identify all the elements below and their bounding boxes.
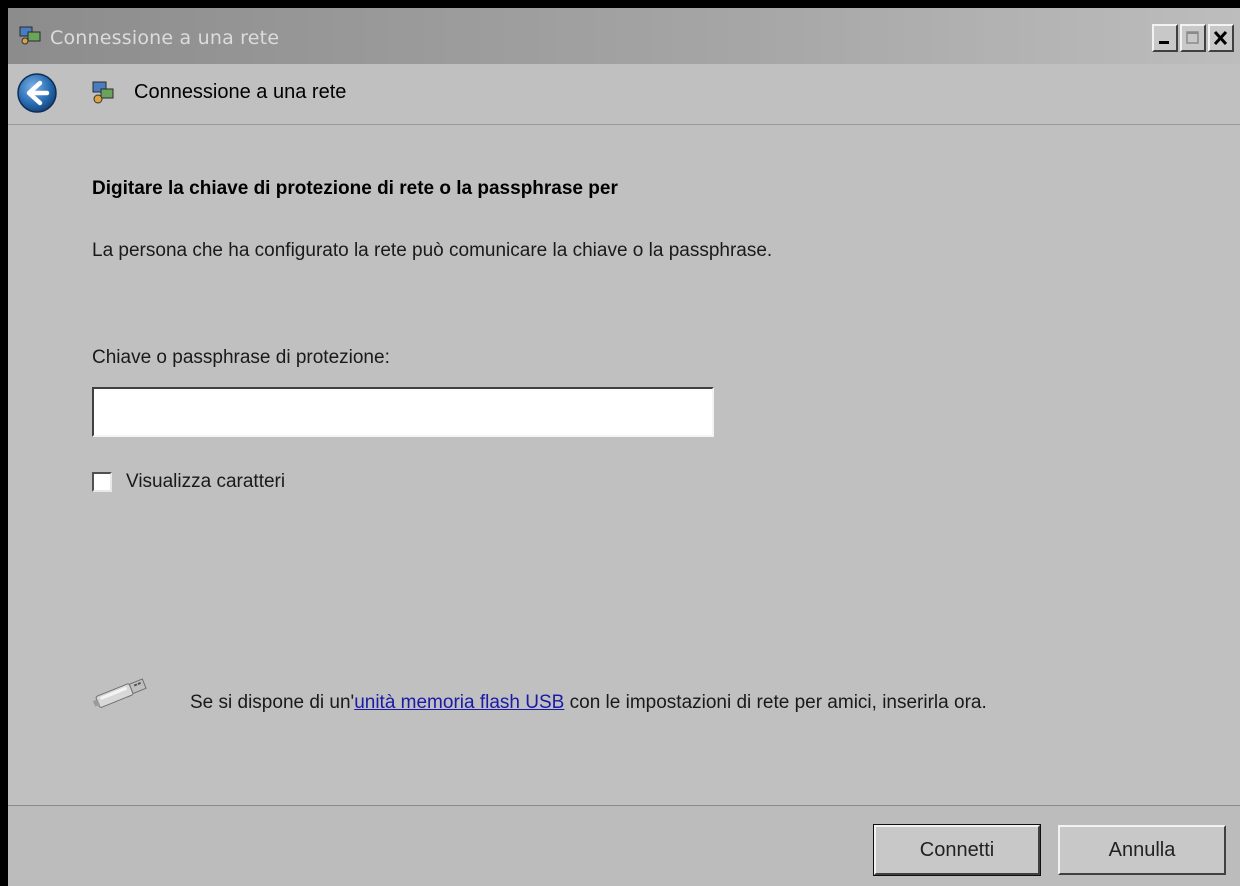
show-characters-label: Visualizza caratteri <box>126 471 286 492</box>
instruction-heading: Digitare la chiave di protezione di rete… <box>92 178 618 199</box>
usb-flash-drive-link[interactable]: unità memoria flash USB <box>354 692 564 713</box>
cancel-button[interactable]: Annulla <box>1058 825 1226 875</box>
close-button[interactable] <box>1208 24 1234 52</box>
network-icon <box>18 24 42 46</box>
title-bar[interactable]: Connessione a una rete <box>8 8 1240 64</box>
dialog-window: Connessione a una rete Connessione a una… <box>8 8 1240 886</box>
connect-button[interactable]: Connetti <box>873 824 1041 876</box>
usb-text-before: Se si dispone di un' <box>190 692 355 713</box>
window-title: Connessione a una rete <box>50 27 280 49</box>
security-key-input[interactable] <box>92 387 714 437</box>
minimize-button[interactable] <box>1152 24 1178 52</box>
network-icon <box>90 79 116 105</box>
window-controls <box>1152 24 1234 52</box>
usb-text-after: con le impostazioni di rete per amici, i… <box>564 692 987 713</box>
usb-drive-icon <box>88 675 154 711</box>
close-icon <box>1213 30 1228 46</box>
main-content: Digitare la chiave di protezione di rete… <box>8 125 1240 805</box>
instruction-description: La persona che ha configurato la rete pu… <box>92 240 773 261</box>
show-characters-option[interactable]: Visualizza caratteri <box>92 471 285 493</box>
maximize-icon <box>1186 31 1199 44</box>
page-title: Connessione a una rete <box>134 81 347 103</box>
dialog-footer: Connetti Annulla <box>8 805 1240 886</box>
show-characters-checkbox[interactable] <box>92 472 112 492</box>
maximize-button[interactable] <box>1180 24 1206 52</box>
security-key-label: Chiave o passphrase di protezione: <box>92 347 390 368</box>
minimize-icon <box>1159 41 1169 44</box>
back-button[interactable] <box>16 72 58 114</box>
back-arrow-icon <box>17 73 57 113</box>
navigation-bar: Connessione a una rete <box>8 64 1240 125</box>
usb-instruction: Se si dispone di un'unità memoria flash … <box>190 687 1090 719</box>
